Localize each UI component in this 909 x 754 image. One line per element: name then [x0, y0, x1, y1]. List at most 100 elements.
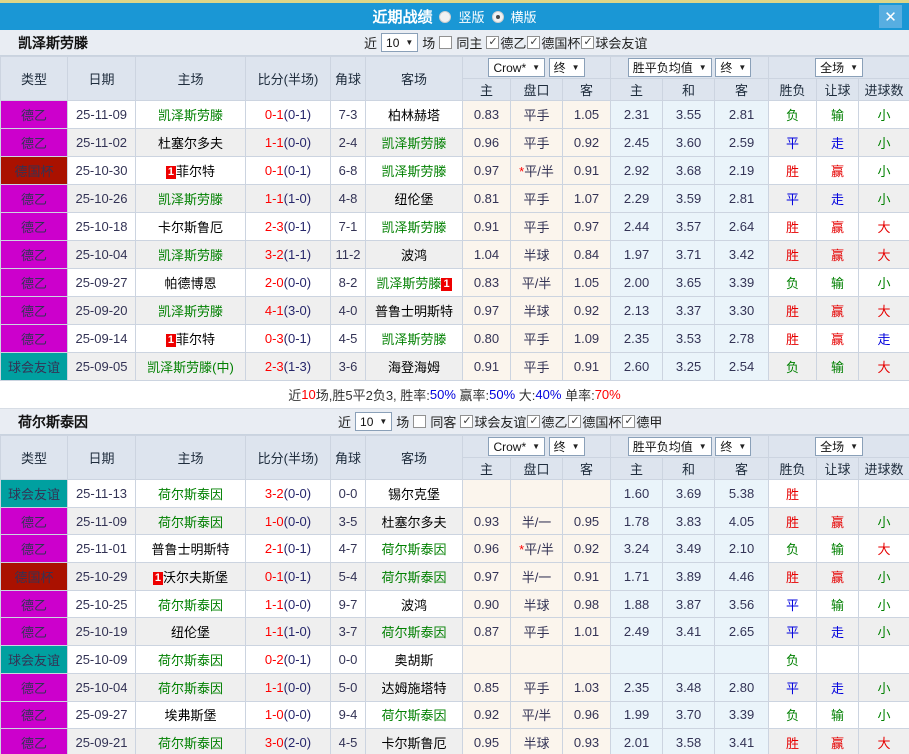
horizontal-layout-label[interactable]: 横版 — [511, 7, 537, 26]
avg-away-cell: 3.41 — [714, 728, 770, 754]
home-team-cell: 荷尔斯泰因 — [135, 728, 246, 754]
result-cell: 胜 — [768, 296, 818, 325]
odds-away-cell: 0.92 — [561, 128, 612, 157]
team-text: 波鸿 — [400, 597, 427, 613]
odds-source-select[interactable]: Crow* ▼ — [488, 58, 546, 78]
odds-group-header: Crow* ▼ 终 ▼ — [461, 435, 612, 458]
home-team-cell: 荷尔斯泰因 — [135, 672, 246, 702]
avg-select[interactable]: 胜平负均值 ▼ — [627, 58, 712, 77]
table-row: 德乙 25-10-18 卡尔斯鲁厄 2-3(0-1) 7-1 凯泽斯劳滕 0.91 平手 0.9… — [0, 212, 909, 241]
league-checkbox[interactable] — [527, 414, 541, 428]
corner-cell: 11-2 — [330, 240, 366, 269]
same-venue-checkbox[interactable] — [413, 415, 427, 428]
table-row: 球会友谊 25-11-13 荷尔斯泰因 3-2(0-0) 0-0 锡尔克堡 1.60 3.69… — [0, 479, 909, 508]
league-cell: 德乙 — [0, 212, 68, 241]
team-text: 帕德博恩 — [164, 276, 217, 291]
period-select[interactable]: 10 ▼ — [381, 33, 419, 52]
team-text: 凯泽斯劳滕 — [157, 304, 223, 319]
avg-home-cell: 1.97 — [610, 240, 664, 269]
odds-home-cell: 0.85 — [462, 672, 511, 702]
chevron-down-icon: ▼ — [698, 442, 707, 451]
league-checkbox-label[interactable]: 德甲 — [636, 412, 662, 431]
table-row: 德乙 25-10-19 纽伦堡 1-1(1-0) 3-7 荷尔斯泰因 0.87 平手 1.01 2… — [0, 617, 909, 647]
avg-draw-cell: 3.87 — [662, 589, 716, 619]
league-checkbox-label[interactable]: 球会友谊 — [595, 33, 647, 52]
odds-source-select[interactable]: Crow* ▼ — [488, 437, 546, 457]
odds-home-cell: 0.90 — [462, 589, 511, 619]
league-checkbox[interactable] — [568, 414, 582, 428]
avg-away-cell: 2.54 — [714, 352, 770, 381]
team-text: 凯泽斯劳滕 — [157, 108, 223, 123]
avg-home-cell: 2.01 — [610, 728, 664, 754]
league-checkbox[interactable] — [581, 35, 595, 49]
league-checkbox[interactable] — [486, 35, 500, 49]
same-venue-label[interactable]: 同客 — [430, 412, 456, 431]
score-cell: 3-2(1-1) — [245, 240, 331, 269]
same-venue-checkbox[interactable] — [439, 36, 453, 49]
avg-away-cell: 2.80 — [714, 672, 770, 702]
avg-final-select[interactable]: 终 ▼ — [715, 437, 752, 456]
fullmatch-select[interactable]: 全场 ▼ — [815, 58, 863, 77]
col-type: 类型 — [0, 435, 68, 480]
team-text: 凯泽斯劳滕 — [157, 192, 223, 207]
league-checkbox-label[interactable]: 德国杯 — [541, 33, 580, 52]
avg-home-cell: 1.71 — [610, 562, 664, 591]
team-text: 沃尔夫斯堡 — [163, 569, 229, 585]
col-home: 主场 — [135, 435, 246, 480]
odds-handicap-cell: 平手 — [510, 324, 563, 353]
same-venue-label[interactable]: 同主 — [456, 33, 482, 52]
away-team-cell: 荷尔斯泰因 — [365, 700, 463, 730]
odds-handicap-cell: 平手 — [510, 352, 563, 381]
team-text: 荷尔斯泰因 — [381, 708, 447, 724]
avg-final-select[interactable]: 终 ▼ — [715, 58, 752, 77]
avg-select[interactable]: 胜平负均值 ▼ — [627, 437, 712, 456]
date-cell: 25-11-09 — [67, 100, 136, 129]
result-cell: 胜 — [768, 728, 818, 754]
period-select[interactable]: 10 ▼ — [355, 412, 393, 431]
avg-draw-cell — [662, 645, 716, 674]
odds-handicap-cell: 半球 — [510, 240, 563, 269]
halftime-score: (1-1) — [283, 247, 312, 262]
avg-home-cell: 2.31 — [610, 100, 664, 129]
fulltime-score: 1-1 — [264, 135, 284, 150]
league-checkbox-label[interactable]: 球会友谊 — [474, 412, 526, 431]
odds-final-select[interactable]: 终 ▼ — [548, 436, 585, 456]
chevron-down-icon: ▼ — [738, 442, 747, 451]
league-checkbox[interactable] — [527, 35, 541, 49]
league-cell: 球会友谊 — [0, 479, 68, 508]
odds-handicap-cell: 半球 — [510, 296, 563, 325]
handicap-result-cell: 输 — [816, 534, 860, 564]
score-cell: 1-0(0-0) — [245, 506, 331, 536]
team-text: 海登海姆 — [387, 360, 440, 375]
summary-segment: 40% — [535, 387, 562, 402]
date-cell: 25-10-09 — [67, 645, 136, 674]
vertical-layout-label[interactable]: 竖版 — [458, 7, 484, 26]
score-cell: 0-1(0-1) — [245, 100, 331, 129]
chevron-down-icon: ▼ — [738, 63, 747, 72]
results-tbody: 德乙 25-11-09 凯泽斯劳滕 0-1(0-1) 7-3 柏林赫塔 0.83 平手 1.05… — [0, 100, 909, 381]
sub-avg-draw: 和 — [662, 457, 716, 480]
fullmatch-select[interactable]: 全场 ▼ — [815, 437, 863, 456]
table-row: 德乙 25-09-27 埃弗斯堡 1-0(0-0) 9-4 荷尔斯泰因 0.92 平/半 0.9… — [0, 700, 909, 730]
away-team-cell: 卡尔斯鲁厄 — [365, 728, 463, 754]
away-team-cell: 荷尔斯泰因 — [365, 534, 463, 564]
league-checkbox-label[interactable]: 德乙 — [500, 33, 526, 52]
league-checkbox[interactable] — [622, 414, 636, 428]
away-team-cell: 凯泽斯劳滕 — [365, 324, 463, 353]
summary-segment: 50% — [489, 387, 516, 402]
away-team-cell: 普鲁士明斯特 — [365, 296, 463, 325]
avg-home-cell: 2.44 — [610, 212, 664, 241]
result-cell: 胜 — [768, 479, 818, 508]
league-checkbox-label[interactable]: 德国杯 — [582, 412, 621, 431]
league-cell: 德乙 — [0, 268, 68, 297]
home-team-cell: 杜塞尔多夫 — [135, 128, 246, 157]
away-team-cell: 海登海姆 — [365, 352, 463, 381]
close-button[interactable]: ✕ — [879, 5, 902, 28]
league-checkbox-label[interactable]: 德乙 — [541, 412, 567, 431]
away-team-cell: 波鸿 — [365, 589, 463, 619]
league-checkbox[interactable] — [460, 414, 474, 428]
odds-final-select[interactable]: 终 ▼ — [548, 57, 585, 77]
halftime-score: (3-0) — [283, 303, 312, 318]
horizontal-layout-radio[interactable] — [491, 10, 504, 23]
vertical-layout-radio[interactable] — [439, 10, 452, 23]
